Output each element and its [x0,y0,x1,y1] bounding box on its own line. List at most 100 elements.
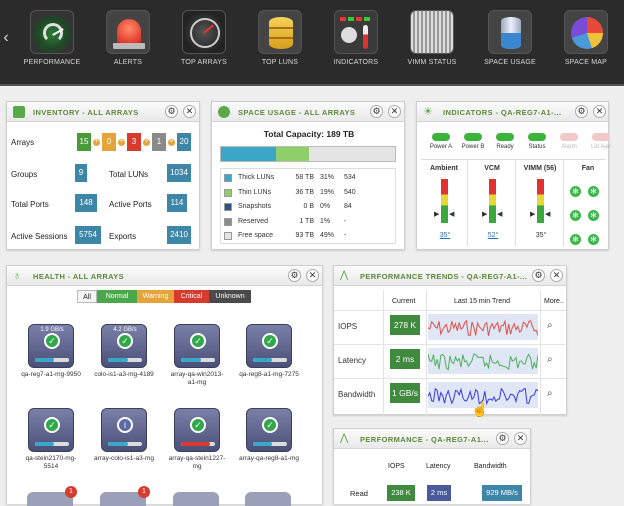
device-name: array-qa-win2013-a1-mg [170,371,224,386]
zoom-magnifier-icon[interactable]: ⌕ [547,320,553,331]
fan-icon: ✻ [588,234,599,245]
temperature-value[interactable]: 35° [435,232,455,239]
nav-vimm-status[interactable]: VIMM STATUS [398,10,466,66]
speedometer-icon [182,10,226,54]
array-device[interactable]: ✓ array-qa-win2013-a1-mg [167,324,227,387]
array-device[interactable]: ✓ array-qa-stein1227-mg [167,408,227,471]
trend-sparkline[interactable] [428,348,538,374]
groups-count[interactable]: 9 [75,164,87,182]
device-usage-fill [35,358,54,362]
read-bandwidth-value[interactable]: 929 MB/s [482,485,522,501]
filter-normal[interactable]: Normal [97,290,137,303]
device-usage-bar [253,358,287,362]
check-icon: ✓ [190,417,206,433]
nav-label: VIMM STATUS [407,59,457,66]
total-capacity: Total Capacity: 189 TB [263,129,355,139]
active-sessions-count[interactable]: 5754 [75,226,101,244]
zoom-magnifier-icon[interactable]: ⌕ [547,354,553,365]
close-icon[interactable]: ✕ [306,269,319,282]
device-name: colo-is1-a3-mg-4189 [94,371,154,378]
panel-title: INVENTORY - ALL ARRAYS [33,108,139,117]
nav-space-usage[interactable]: SPACE USAGE [476,10,544,66]
nav-space-map[interactable]: SPACE MAP [552,10,620,66]
legend-swatch [224,217,232,226]
legend-size: 1 TB [299,217,314,225]
alert-count-badge[interactable]: 1 [65,486,77,498]
array-device-icon: 1.9 GB/s ✓ [28,324,74,368]
temperature-value: 35° [535,232,547,239]
settings-gear-icon[interactable]: ⚙ [575,105,588,118]
zoom-magnifier-icon[interactable]: ⌕ [547,388,553,399]
legend-swatch [224,174,232,182]
plus-icon: + [93,138,100,146]
trend-current-value[interactable]: 2 ms [390,349,420,369]
nav-left-arrow-icon[interactable]: ‹ [0,28,12,48]
filter-all[interactable]: All [77,290,97,303]
legend-percent: 19% [320,188,335,196]
arrays-normal-count[interactable]: 15 [77,133,91,151]
nav-top-luns[interactable]: TOP LUNS [246,10,314,66]
settings-gear-icon[interactable]: ⚙ [370,105,383,118]
close-icon[interactable]: ✕ [388,105,401,118]
device-name: array-colo-is1-a3-mg [94,455,154,462]
trend-current-value[interactable]: 278 K [390,315,420,335]
health-panel: ♁ HEALTH - ALL ARRAYS ⚙ ✕ All Normal War… [6,265,323,506]
total-luns-count[interactable]: 1034 [167,164,191,182]
gauge-pointer-icon: ▶ [482,211,488,218]
thermometer-gauge [537,179,544,223]
indicator-column-header: Fan [581,165,595,172]
read-iops-value[interactable]: 238 K [387,485,415,501]
array-device[interactable]: ✓ qa-reg8-a1-mg-7275 [239,324,299,379]
close-icon[interactable]: ✕ [183,105,196,118]
array-device-icon: ✓ [28,408,74,452]
filter-unknown[interactable]: Unknown [209,290,251,303]
array-device[interactable]: 1.9 GB/s ✓ qa-reg7-a1-mg-9950 [21,324,81,379]
total-ports-count[interactable]: 148 [75,194,97,212]
array-device[interactable]: ✓ array-qa-reg8-a1-mg [239,408,299,463]
device-usage-bar [35,358,69,362]
legend-name: Reserved [238,217,268,225]
read-latency-value[interactable]: 2 ms [427,485,451,501]
trend-current-value[interactable]: 1 GB/s [390,383,420,403]
nav-alerts[interactable]: ALERTS [94,10,162,66]
filter-warning[interactable]: Warning [137,290,174,303]
nav-indicators[interactable]: INDICATORS [322,10,390,66]
led-label: Power B [461,144,485,150]
trend-sparkline[interactable] [428,314,538,340]
filter-critical[interactable]: Critical [174,290,209,303]
temperature-value[interactable]: 52° [483,232,503,239]
array-device[interactable]: ✓ qa-stein2170-mg-5514 [21,408,81,471]
close-icon[interactable]: ✕ [514,432,527,445]
inventory-panel: INVENTORY - ALL ARRAYS ⚙ ✕ Arrays 15 +0 +3… [6,101,200,250]
arrays-critical-count[interactable]: 3 [127,133,141,151]
settings-gear-icon[interactable]: ⚙ [165,105,178,118]
array-device-icon: ✓ [174,408,220,452]
storage-cylinder-icon [488,10,532,54]
close-icon[interactable]: ✕ [550,269,563,282]
legend-percent: 49% [320,232,335,239]
array-device[interactable]: 4.2 GB/s ✓ colo-is1-a3-mg-4189 [94,324,154,379]
active-ports-count[interactable]: 114 [167,194,187,212]
nav-label: PERFORMANCE [23,59,81,66]
exports-count[interactable]: 2410 [167,226,191,244]
alert-count-badge[interactable]: 1 [138,486,150,498]
arrays-unknown-count[interactable]: 1 [152,133,166,151]
array-device[interactable]: i array-colo-is1-a3-mg [94,408,154,463]
settings-gear-icon[interactable]: ⚙ [532,269,545,282]
panel-title: PERFORMANCE TRENDS - QA-REG7-A1-... [360,272,528,281]
settings-gear-icon[interactable]: ⚙ [288,269,301,282]
device-usage-fill [253,442,272,446]
settings-gear-icon[interactable]: ⚙ [496,432,509,445]
panel-title: INDICATORS - QA-REG7-A1-... [443,108,562,117]
trend-row: Latency 2 ms ⌕ [334,344,566,374]
arrays-total-count[interactable]: 20 [177,133,191,151]
nav-label: ALERTS [113,59,143,66]
arrays-warning-count[interactable]: 0 [102,133,116,151]
close-icon[interactable]: ✕ [593,105,606,118]
performance-trends-panel: ⋀ PERFORMANCE TRENDS - QA-REG7-A1-... ⚙ … [333,265,567,416]
nav-top-arrays[interactable]: TOP ARRAYS [170,10,238,66]
nav-performance[interactable]: PERFORMANCE [18,10,86,66]
col-more[interactable]: More.. [544,298,564,305]
device-usage-fill [181,358,202,362]
device-usage-bar [253,442,287,446]
